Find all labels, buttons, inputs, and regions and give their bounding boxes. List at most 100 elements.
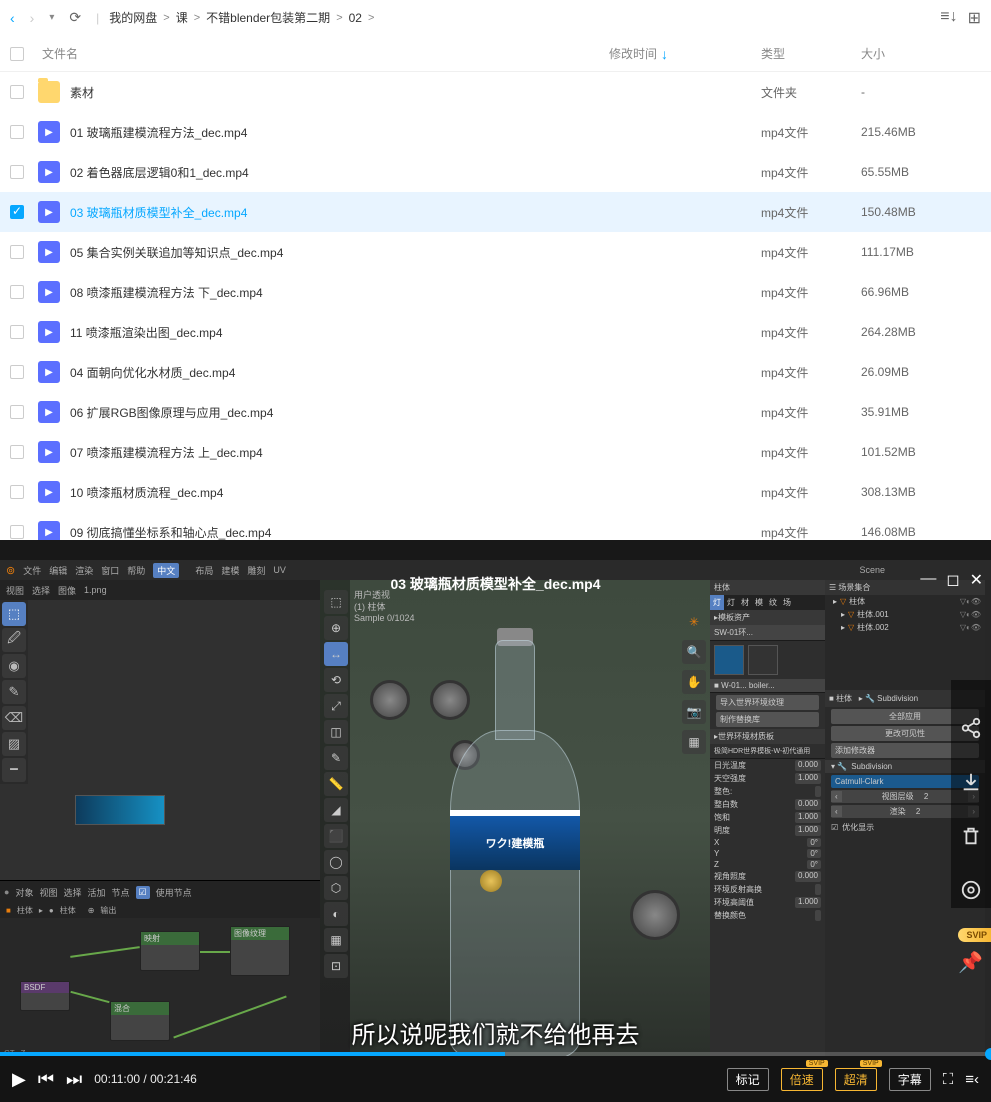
delete-button[interactable] [953,818,989,854]
breadcrumb-item[interactable]: 我的网盘 [109,9,157,26]
row-checkbox[interactable] [10,245,24,259]
grid-view-button[interactable]: ⊞ [968,8,981,28]
caption-button[interactable]: 字幕 [889,1068,931,1091]
file-row[interactable]: 素材文件夹- [0,72,991,112]
file-row[interactable]: ▶11 喷漆瓶渲染出图_dec.mp4mp4文件264.28MB [0,312,991,352]
download-button[interactable] [953,764,989,800]
bottle-model: ワク!建模瓶 [450,640,580,1056]
gauge [370,680,410,720]
forward-button[interactable]: › [30,10,35,26]
tool-eraser: ⌫ [2,706,26,730]
blender-left-toolbar: ⬚ 🖉 ◉ ✎ ⌫ ▨ 🗕 [0,600,28,784]
svip-badge[interactable]: SVIP [958,928,991,942]
player-controls: ▶ ⏮ ⏭ 00:11:00 / 00:21:46 标记 倍速SVIP 超清SV… [0,1056,991,1102]
file-size: - [861,85,981,99]
tool-cursor: ⬚ [2,602,26,626]
file-row[interactable]: ▶02 着色器底层逻辑0和1_dec.mp4mp4文件65.55MB [0,152,991,192]
row-checkbox[interactable] [10,285,24,299]
back-button[interactable]: ‹ [10,10,15,26]
breadcrumb-item[interactable]: 02 [349,11,362,25]
row-checkbox[interactable] [10,405,24,419]
menu-file: 文件 [23,564,41,577]
file-row[interactable]: ▶08 喷漆瓶建模流程方法 下_dec.mp4mp4文件66.96MB [0,272,991,312]
file-row[interactable]: ▶10 喷漆瓶材质流程_dec.mp4mp4文件308.13MB [0,472,991,512]
file-row[interactable]: ▶07 喷漆瓶建模流程方法 上_dec.mp4mp4文件101.52MB [0,432,991,472]
separator: | [96,11,99,25]
uv-header: 视图 选择 图像 1.png [0,580,320,600]
progress-fill [0,1052,505,1056]
blender-logo-icon: ⊚ [6,564,15,577]
next-button[interactable]: ⏭ [66,1069,82,1090]
row-checkbox[interactable] [10,85,24,99]
vt-g: ⊡ [324,954,348,978]
file-size: 35.91MB [861,405,981,419]
settings-button[interactable] [953,872,989,908]
tool-annotate: 🖉 [2,628,26,652]
asset-tabs: 灯 灯 材 模 纹 场 [710,595,825,610]
node-wire [70,946,140,958]
sort-button[interactable]: ≡↓ [940,8,957,28]
import-world-btn: 导入世界环境纹理 [716,695,819,710]
chevron-right-icon: > [194,12,200,24]
row-checkbox[interactable] [10,205,24,219]
column-name[interactable]: 文件名 [24,45,609,62]
share-button[interactable] [953,710,989,746]
file-row[interactable]: ▶05 集合实例关联追加等知识点_dec.mp4mp4文件111.17MB [0,232,991,272]
play-button[interactable]: ▶ [12,1069,26,1090]
row-checkbox[interactable] [10,445,24,459]
row-checkbox[interactable] [10,365,24,379]
refresh-button[interactable]: ⟳ [69,9,81,26]
file-size: 264.28MB [861,325,981,339]
top-toolbar: ‹ › ▾ ⟳ | 我的网盘>课>不错blender包装第二期>02> ≡↓ ⊞ [0,0,991,36]
file-name: 10 喷漆瓶材质流程_dec.mp4 [70,484,609,501]
file-type: mp4文件 [761,444,861,461]
mark-button[interactable]: 标记 [727,1068,769,1091]
property-row: 替换颜色 [710,909,825,922]
file-type: mp4文件 [761,324,861,341]
vt-pan: ✋ [682,670,706,694]
speed-button[interactable]: 倍速SVIP [781,1068,823,1091]
select-all-checkbox[interactable] [10,47,24,61]
row-checkbox[interactable] [10,485,24,499]
column-time[interactable]: 修改时间 ↓ [609,45,761,62]
video-frame[interactable]: — ◻ ✕ 03 玻璃瓶材质模型补全_dec.mp4 ⊚ 文件 编辑 渲染 窗口… [0,540,991,1056]
file-name: 09 彻底搞懂坐标系和轴心点_dec.mp4 [70,524,609,541]
column-size[interactable]: 大小 [861,45,981,62]
thumb-1 [714,645,744,675]
maximize-button[interactable]: ◻ [946,570,959,590]
fullscreen-button[interactable]: ⛶ [943,1071,954,1088]
column-type[interactable]: 类型 [761,45,861,62]
file-row[interactable]: ▶01 玻璃瓶建模流程方法_dec.mp4mp4文件215.46MB [0,112,991,152]
asset-title: 柱体 [710,580,825,595]
row-checkbox[interactable] [10,325,24,339]
video-icon: ▶ [38,321,60,343]
file-type: mp4文件 [761,484,861,501]
property-row: 环境反射高换 [710,883,825,896]
close-button[interactable]: ✕ [970,570,983,590]
row-checkbox[interactable] [10,125,24,139]
node-wire [173,996,286,1039]
quality-button[interactable]: 超清SVIP [835,1068,877,1091]
vt-a: ◢ [324,798,348,822]
row-checkbox[interactable] [10,165,24,179]
file-type: mp4文件 [761,204,861,221]
prev-button[interactable]: ⏮ [38,1069,54,1090]
file-row[interactable]: ▶03 玻璃瓶材质模型补全_dec.mp4mp4文件150.48MB [0,192,991,232]
playlist-button[interactable]: ≡‹ [965,1071,979,1088]
row-checkbox[interactable] [10,525,24,539]
video-icon: ▶ [38,441,60,463]
file-row[interactable]: ▶04 面朝向优化水材质_dec.mp4mp4文件26.09MB [0,352,991,392]
file-row[interactable]: ▶06 扩展RGB图像原理与应用_dec.mp4mp4文件35.91MB [0,392,991,432]
file-type: mp4文件 [761,124,861,141]
blender-titlebar [0,540,991,560]
blender-asset-panel: 柱体 灯 灯 材 模 纹 场 ▸ 模板资产 SW-01环... ■ W-01..… [710,580,825,1056]
breadcrumb: 我的网盘>课>不错blender包装第二期>02> [109,9,374,26]
minimize-button[interactable]: — [920,570,936,590]
bottle-neck [495,640,535,740]
history-dropdown[interactable]: ▾ [49,12,54,23]
vt-transform: ◫ [324,720,348,744]
breadcrumb-item[interactable]: 课 [176,9,188,26]
progress-bar[interactable] [0,1052,991,1056]
breadcrumb-item[interactable]: 不错blender包装第二期 [206,9,330,26]
pin-icon[interactable]: 📌 [958,950,983,975]
